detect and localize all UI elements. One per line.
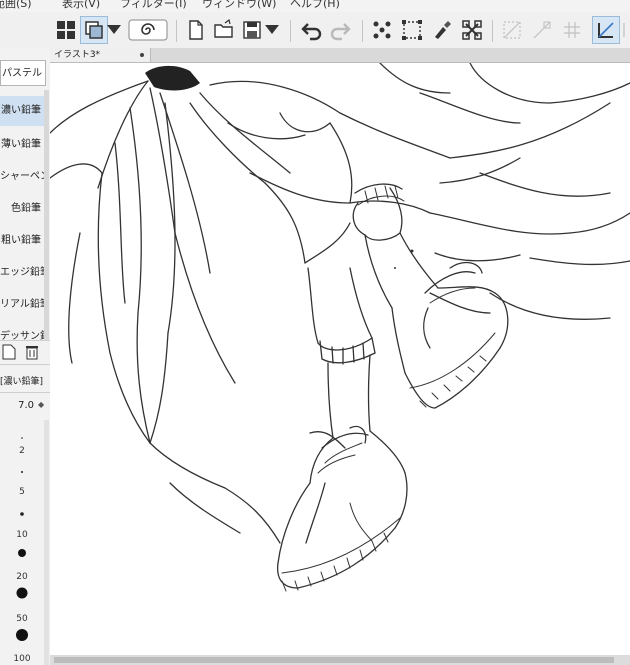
menu-item-view[interactable]: 表示(V) [62,0,100,11]
sub-tool-item[interactable]: 薄い鉛筆 [0,130,44,160]
selection-area-icon[interactable] [398,16,426,44]
menu-item-selection[interactable]: 範囲(S) [0,0,32,11]
sub-tool-item[interactable]: エッジ鉛筆 [0,258,44,288]
spinner-icon[interactable]: ◆ [38,400,44,409]
sub-tool-item[interactable]: シャーペン [0,162,44,192]
redo-icon[interactable] [326,16,354,44]
disabled-tool-icon[interactable] [528,16,556,44]
drawing-canvas[interactable] [50,63,630,655]
dropdown-arrow-icon[interactable] [104,16,124,44]
brush-preset-label[interactable]: 2 [0,446,44,456]
disabled-tool-icon[interactable] [498,16,526,44]
dropdown-arrow-icon[interactable] [262,16,282,44]
menu-item-window[interactable]: ウィンドウ(W) [202,0,276,11]
sub-tool-panel: パステル 濃い鉛筆 薄い鉛筆 シャーペン 色鉛筆 粗い鉛筆 エッジ鉛筆 リアル鉛… [0,48,51,665]
brush-size-scrollbar[interactable] [44,420,49,665]
sub-tool-item[interactable]: リアル鉛筆 [0,290,44,320]
brush-preset-label[interactable]: 10 [0,530,44,540]
ruler-snap-icon[interactable] [592,16,620,44]
open-folder-icon[interactable] [210,16,238,44]
line-art-illustration [50,63,630,592]
brush-preset-label[interactable]: 50 [0,614,44,624]
close-icon[interactable] [140,53,144,57]
brush-select-icon[interactable] [428,16,456,44]
brush-preset-dot[interactable] [0,426,44,445]
canvas-tab-bar: イラスト3* [50,48,630,63]
new-sub-tool-icon[interactable] [2,344,16,364]
brush-preset-dot[interactable] [0,585,44,604]
sub-tool-scrollbar[interactable] [44,90,49,340]
menu-item-help[interactable]: ヘルプ(H) [290,0,340,11]
command-bar [0,12,630,49]
scroll-thumb[interactable] [54,657,614,663]
brush-preset-label[interactable]: 100 [0,654,44,664]
spiral-icon[interactable] [126,16,170,44]
undo-icon[interactable] [298,16,326,44]
tool-property-title: [濃い鉛筆] [0,377,44,387]
canvas-tab[interactable]: イラスト3* [50,48,151,62]
brush-preset-label[interactable]: 5 [0,487,44,497]
canvas-horizontal-scrollbar[interactable] [50,655,630,665]
sub-tool-item[interactable]: 濃い鉛筆 [0,96,44,126]
brush-preset-dot[interactable] [0,627,44,646]
brush-preset-dot[interactable] [0,503,44,522]
delete-trash-icon[interactable] [24,344,40,364]
sub-tool-item[interactable]: 粗い鉛筆 [0,226,44,256]
transform-icon[interactable] [458,16,486,44]
brush-size-value[interactable]: 7.0 [0,400,34,411]
brush-preset-dot[interactable] [0,460,44,479]
brush-preset-dot[interactable] [0,544,44,563]
sub-tool-group-tab[interactable]: パステル [0,60,46,86]
new-file-icon[interactable] [182,16,210,44]
grid-icon[interactable] [558,16,586,44]
windows-layout-icon[interactable] [52,16,80,44]
brush-preset-label[interactable]: 20 [0,572,44,582]
menu-item-filter[interactable]: フィルター(I) [120,0,187,11]
sub-tool-item[interactable]: 色鉛筆 [0,194,44,224]
disabled-tool-icon[interactable] [622,16,630,44]
canvas-tab-title: イラスト3* [54,50,101,60]
transform-points-icon[interactable] [368,16,396,44]
